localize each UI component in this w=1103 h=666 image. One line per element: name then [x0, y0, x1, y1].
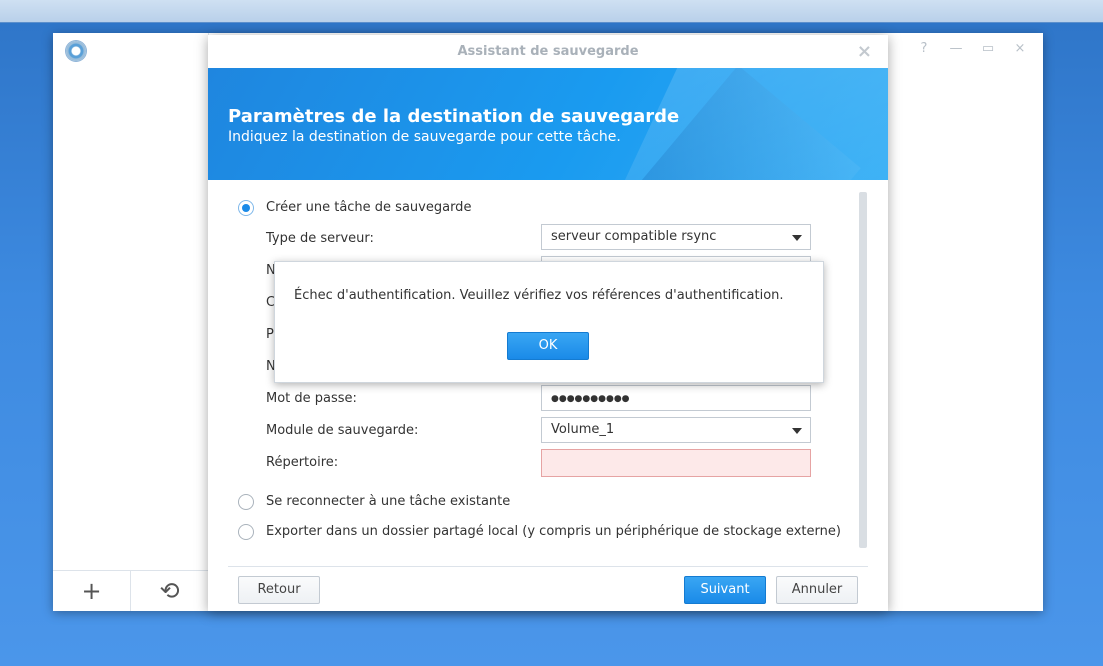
directory-field[interactable]	[541, 449, 811, 477]
sidebar-toolbar: + ⟲	[53, 570, 208, 611]
auth-error-dialog: Échec d'authentification. Veuillez vérif…	[274, 261, 824, 383]
dialog-title-text: Assistant de sauvegarde	[457, 44, 639, 59]
auth-error-message: Échec d'authentification. Veuillez vérif…	[294, 288, 784, 303]
ok-button[interactable]: OK	[507, 332, 589, 360]
desktop-taskbar	[0, 0, 1103, 23]
server-type-value: serveur compatible rsync	[551, 229, 717, 244]
chevron-down-icon	[792, 428, 802, 434]
server-type-label: Type de serveur:	[266, 231, 374, 246]
module-value: Volume_1	[551, 422, 615, 437]
radio-export-local-label[interactable]: Exporter dans un dossier partagé local (…	[266, 524, 841, 539]
module-label: Module de sauvegarde:	[266, 423, 419, 438]
maximize-icon[interactable]: ▭	[979, 41, 997, 56]
dialog-title: Assistant de sauvegarde ×	[208, 35, 888, 68]
hidden-field-label: P	[266, 327, 274, 342]
backup-app-icon	[66, 41, 86, 61]
footer-divider	[228, 566, 868, 567]
radio-create-task-label[interactable]: Créer une tâche de sauvegarde	[266, 200, 471, 215]
directory-label: Répertoire:	[266, 455, 339, 470]
wizard-banner: Paramètres de la destination de sauvegar…	[208, 68, 888, 180]
password-label: Mot de passe:	[266, 391, 357, 406]
cancel-button[interactable]: Annuler	[776, 576, 858, 604]
radio-export-local[interactable]	[238, 524, 254, 540]
next-button[interactable]: Suivant	[684, 576, 766, 604]
module-select[interactable]: Volume_1	[541, 417, 811, 443]
chevron-down-icon	[792, 235, 802, 241]
add-icon[interactable]: +	[53, 571, 130, 611]
radio-reconnect-task-label[interactable]: Se reconnecter à une tâche existante	[266, 494, 510, 509]
window-controls: ? — ▭ ×	[915, 41, 1029, 56]
content-scrollbar[interactable]	[859, 192, 867, 548]
banner-subtitle: Indiquez la destination de sauvegarde po…	[228, 129, 621, 145]
minimize-icon[interactable]: —	[947, 41, 965, 56]
radio-reconnect-task[interactable]	[238, 494, 254, 510]
radio-create-task[interactable]	[238, 200, 254, 216]
server-type-select[interactable]: serveur compatible rsync	[541, 224, 811, 250]
close-icon[interactable]: ×	[1011, 41, 1029, 56]
app-sidebar: + ⟲	[53, 33, 209, 611]
password-field[interactable]: ●●●●●●●●●●	[541, 385, 811, 411]
history-icon[interactable]: ⟲	[130, 571, 208, 611]
banner-heading: Paramètres de la destination de sauvegar…	[228, 106, 680, 127]
password-value: ●●●●●●●●●●	[551, 394, 630, 404]
dialog-close-icon[interactable]: ×	[857, 35, 872, 68]
back-button[interactable]: Retour	[238, 576, 320, 604]
help-icon[interactable]: ?	[915, 41, 933, 56]
